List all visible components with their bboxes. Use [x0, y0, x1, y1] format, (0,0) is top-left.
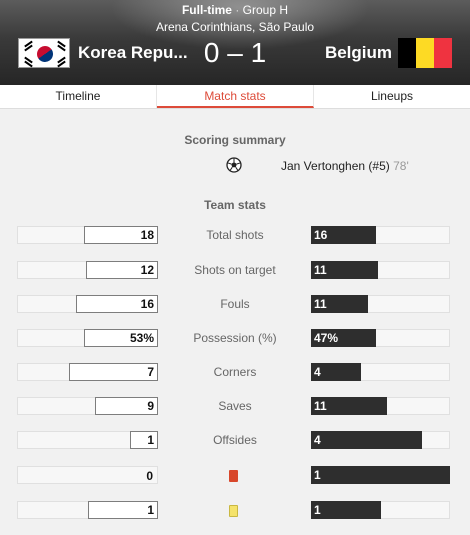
away-stat-track: 11 — [311, 397, 450, 415]
away-stat-bar: 16 — [311, 226, 376, 244]
team-stats-title: Team stats — [204, 198, 266, 212]
home-stat-bar: 18 — [84, 226, 158, 244]
match-header: Full-time · Group H Arena Corinthians, S… — [0, 0, 470, 85]
away-stat-track: 16 — [311, 226, 450, 244]
red-card-icon — [229, 470, 238, 482]
goal-minute: 78' — [393, 159, 409, 173]
away-team-name[interactable]: Belgium — [325, 43, 392, 63]
home-stat-bar: 16 — [76, 295, 158, 313]
away-stat-bar: 11 — [311, 261, 378, 279]
home-stat-track: 9 — [17, 397, 158, 415]
match-venue: Arena Corinthians, São Paulo — [155, 20, 315, 34]
home-stat-track: 12 — [17, 261, 158, 279]
away-stat-track: 4 — [311, 363, 450, 381]
match-tabs: Timeline Match stats Lineups — [0, 85, 470, 109]
home-stat-bar: 9 — [95, 397, 158, 415]
stat-row: 7 Corners 4 — [0, 363, 470, 381]
stat-row: 18 Total shots 16 — [0, 226, 470, 244]
scoring-summary-title: Scoring summary — [184, 133, 286, 147]
match-score: 0 – 1 — [203, 37, 267, 68]
home-stat-track: 18 — [17, 226, 158, 244]
home-stat-bar: 12 — [86, 261, 158, 279]
tab-match-stats[interactable]: Match stats — [157, 85, 314, 108]
away-stat-track: 1 — [311, 501, 450, 519]
match-status: Full-time — [181, 3, 232, 17]
home-stat-track: 1 — [17, 501, 158, 519]
stat-row: 1 Offsides 4 — [0, 431, 470, 449]
belgium-flag-icon — [398, 38, 452, 68]
goal-text: Jan Vertonghen (#5) 78' — [281, 159, 409, 173]
stat-row: 16 Fouls 11 — [0, 295, 470, 313]
home-team-name[interactable]: Korea Repu... — [78, 43, 188, 63]
away-stat-bar: 47% — [311, 329, 376, 347]
stat-label: Offsides — [213, 433, 257, 447]
home-stat-bar: 53% — [84, 329, 158, 347]
korea-flag-icon — [18, 38, 70, 68]
away-stat-bar: 11 — [311, 397, 387, 415]
stat-row: 9 Saves 11 — [0, 397, 470, 415]
away-stat-bar: 1 — [311, 501, 381, 519]
goal-scorer[interactable]: Jan Vertonghen (#5) — [281, 159, 390, 173]
stat-row: 01 — [0, 466, 470, 484]
away-stat-bar: 4 — [311, 363, 361, 381]
home-stat-track: 7 — [17, 363, 158, 381]
home-stat-bar: 0 — [146, 469, 153, 483]
status-separator: · — [235, 3, 240, 17]
goal-row: Jan Vertonghen (#5) 78' — [0, 157, 470, 175]
stat-label: Shots on target — [194, 263, 276, 277]
home-stat-track: 53% — [17, 329, 158, 347]
away-stat-track: 1 — [311, 466, 450, 484]
home-stat-track: 16 — [17, 295, 158, 313]
home-stat-track: 0 — [17, 466, 158, 484]
away-stat-bar: 1 — [311, 466, 450, 484]
match-group: Group H — [242, 3, 289, 17]
tab-timeline[interactable]: Timeline — [0, 85, 157, 108]
home-stat-track: 1 — [17, 431, 158, 449]
away-stat-track: 11 — [311, 261, 450, 279]
home-stat-bar: 7 — [69, 363, 158, 381]
away-stat-bar: 4 — [311, 431, 422, 449]
stat-row: 53% Possession (%) 47% — [0, 329, 470, 347]
stat-label: Corners — [213, 365, 257, 379]
soccer-ball-icon — [226, 157, 242, 173]
yellow-card-icon — [229, 505, 238, 517]
away-stat-track: 47% — [311, 329, 450, 347]
stat-label: Fouls — [220, 297, 250, 311]
tab-lineups[interactable]: Lineups — [314, 85, 470, 108]
away-stat-bar: 11 — [311, 295, 368, 313]
stat-row: 11 — [0, 501, 470, 519]
stat-label: Saves — [218, 399, 252, 413]
away-stat-track: 4 — [311, 431, 450, 449]
match-status-line: Full-time · Group H — [0, 3, 470, 17]
home-stat-bar: 1 — [130, 431, 158, 449]
away-stat-track: 11 — [311, 295, 450, 313]
stat-label: Total shots — [206, 228, 264, 242]
stat-row: 12 Shots on target 11 — [0, 261, 470, 279]
home-stat-bar: 1 — [88, 501, 158, 519]
stat-label: Possession (%) — [193, 331, 277, 345]
